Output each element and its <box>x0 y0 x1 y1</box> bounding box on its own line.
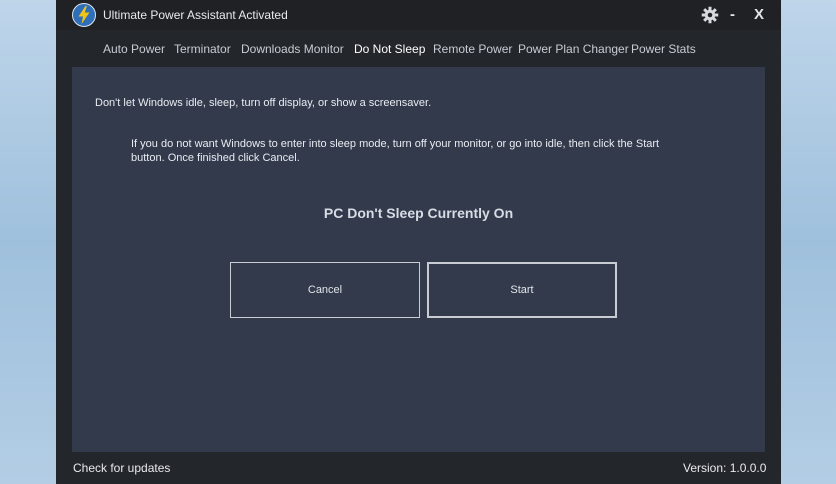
tab-terminator[interactable]: Terminator <box>174 42 231 56</box>
tab-power-stats[interactable]: Power Stats <box>631 42 696 56</box>
minimize-button[interactable]: - <box>730 5 735 25</box>
tab-power-plan-changer[interactable]: Power Plan Changer <box>518 42 629 56</box>
tab-downloads-monitor[interactable]: Downloads Monitor <box>241 42 344 56</box>
do-not-sleep-panel: Don't let Windows idle, sleep, turn off … <box>72 67 765 452</box>
lightning-bolt-icon <box>72 3 96 27</box>
tab-bar: Auto Power Terminator Downloads Monitor … <box>56 30 781 67</box>
start-button[interactable]: Start <box>427 262 617 318</box>
instructions-text: If you do not want Windows to enter into… <box>131 138 660 164</box>
tab-do-not-sleep[interactable]: Do Not Sleep <box>354 42 425 56</box>
gear-icon[interactable] <box>701 6 719 24</box>
cancel-button[interactable]: Cancel <box>230 262 420 318</box>
title-bar[interactable]: Ultimate Power Assistant Activated - X <box>56 0 781 30</box>
tab-remote-power[interactable]: Remote Power <box>433 42 512 56</box>
close-button[interactable]: X <box>754 5 764 25</box>
desktop-background-left <box>0 0 56 484</box>
check-for-updates-link[interactable]: Check for updates <box>73 461 170 475</box>
app-title: Ultimate Power Assistant Activated <box>103 8 288 22</box>
app-window: Ultimate Power Assistant Activated - X A… <box>56 0 781 484</box>
desktop-background-right <box>781 0 836 484</box>
version-label: Version: 1.0.0.0 <box>683 461 767 475</box>
sleep-status-text: PC Don't Sleep Currently On <box>323 205 514 221</box>
tab-auto-power[interactable]: Auto Power <box>103 42 165 56</box>
page-description: Don't let Windows idle, sleep, turn off … <box>95 97 432 109</box>
